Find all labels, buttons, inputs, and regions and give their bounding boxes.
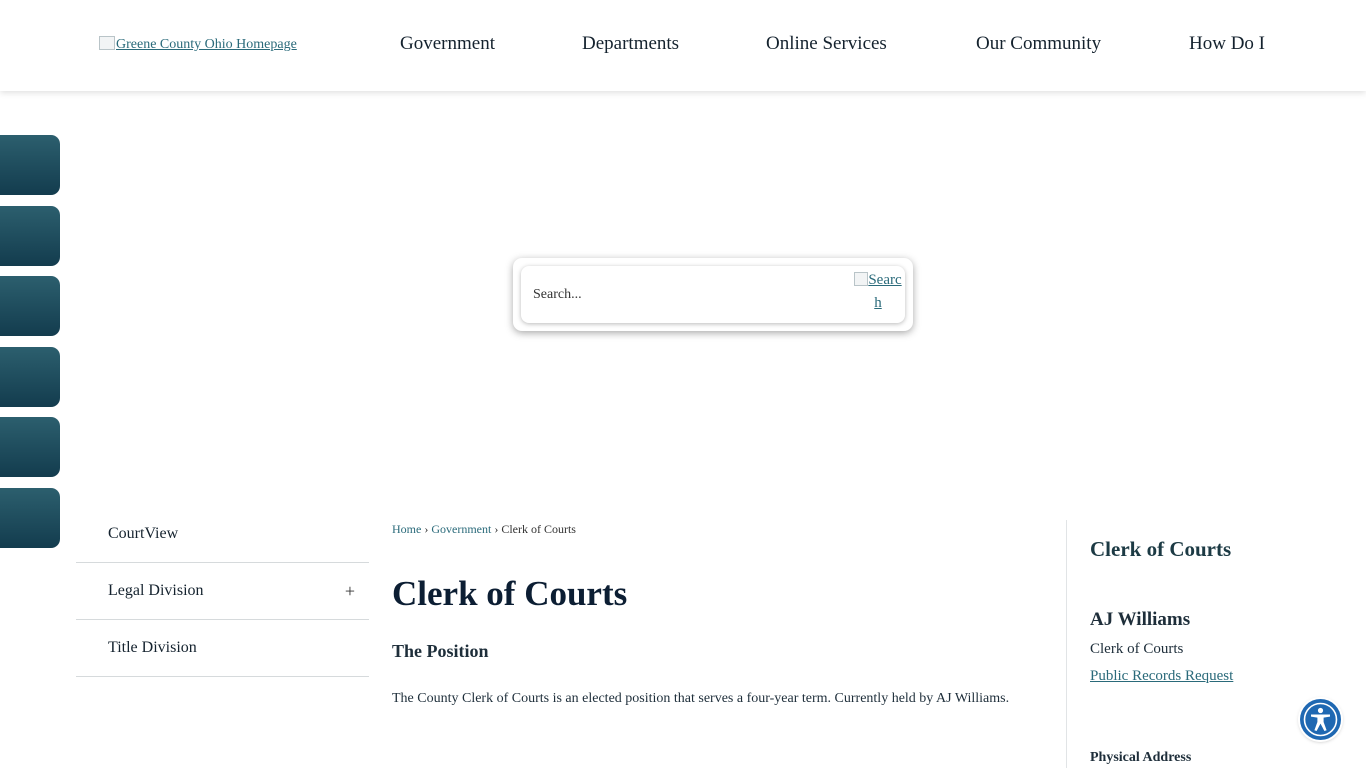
contact-role: Clerk of Courts: [1090, 641, 1184, 657]
quick-link-tab-6[interactable]: [0, 488, 60, 548]
subnav-item-courtview[interactable]: CourtView: [76, 506, 369, 563]
quick-link-tab-1[interactable]: [0, 135, 60, 195]
logo-alt-text: Greene County Ohio Homepage: [116, 37, 297, 52]
breadcrumb-separator: ›: [424, 522, 429, 536]
search-input[interactable]: [533, 278, 843, 311]
quick-link-tab-2[interactable]: [0, 206, 60, 266]
broken-image-icon: [99, 36, 115, 50]
nav-item-how-do-i[interactable]: How Do I: [1189, 33, 1265, 55]
search-button-alt-line1: Searc: [868, 272, 902, 288]
breadcrumb-separator: ›: [494, 522, 499, 536]
sidebar-divider: [1066, 520, 1067, 768]
subnav-item-label: Legal Division: [108, 582, 204, 599]
search-button-alt-line2: h: [874, 295, 882, 311]
quick-link-tab-5[interactable]: [0, 417, 60, 477]
page-title: Clerk of Courts: [392, 574, 628, 613]
subnav-item-label: CourtView: [108, 525, 179, 542]
accessibility-person-icon: [1303, 702, 1338, 737]
subnav-item-legal-division[interactable]: Legal Division +: [76, 563, 369, 620]
search-box: Searc h: [513, 258, 913, 331]
nav-item-departments[interactable]: Departments: [582, 33, 679, 55]
search-inner: Searc h: [521, 266, 905, 323]
contact-name: AJ Williams: [1090, 609, 1191, 630]
logo-link[interactable]: Greene County Ohio Homepage: [99, 36, 297, 53]
section-heading: The Position: [392, 641, 489, 661]
breadcrumb: Home › Government › Clerk of Courts: [392, 522, 576, 537]
subnav-item-label: Title Division: [108, 639, 197, 656]
subnav: CourtView Legal Division + Title Divisio…: [76, 506, 369, 677]
nav-item-our-community[interactable]: Our Community: [976, 33, 1101, 55]
quick-link-tab-4[interactable]: [0, 347, 60, 407]
breadcrumb-current: Clerk of Courts: [501, 522, 576, 536]
quick-link-tab-3[interactable]: [0, 276, 60, 336]
public-records-request-link[interactable]: Public Records Request: [1090, 668, 1233, 685]
nav-item-online-services[interactable]: Online Services: [766, 33, 887, 55]
search-button[interactable]: Searc h: [852, 269, 904, 317]
sidebar-title: Clerk of Courts: [1090, 537, 1232, 561]
broken-image-icon: [854, 272, 869, 286]
breadcrumb-home[interactable]: Home: [392, 522, 421, 536]
nav-item-government[interactable]: Government: [400, 33, 495, 55]
breadcrumb-government[interactable]: Government: [431, 522, 491, 536]
subnav-item-title-division[interactable]: Title Division: [76, 620, 369, 677]
plus-icon[interactable]: +: [345, 563, 355, 619]
accessibility-button[interactable]: [1300, 699, 1341, 740]
body-text: The County Clerk of Courts is an elected…: [392, 691, 1010, 706]
site-header: Greene County Ohio Homepage Government D…: [0, 0, 1366, 91]
physical-address-label: Physical Address: [1090, 750, 1192, 765]
